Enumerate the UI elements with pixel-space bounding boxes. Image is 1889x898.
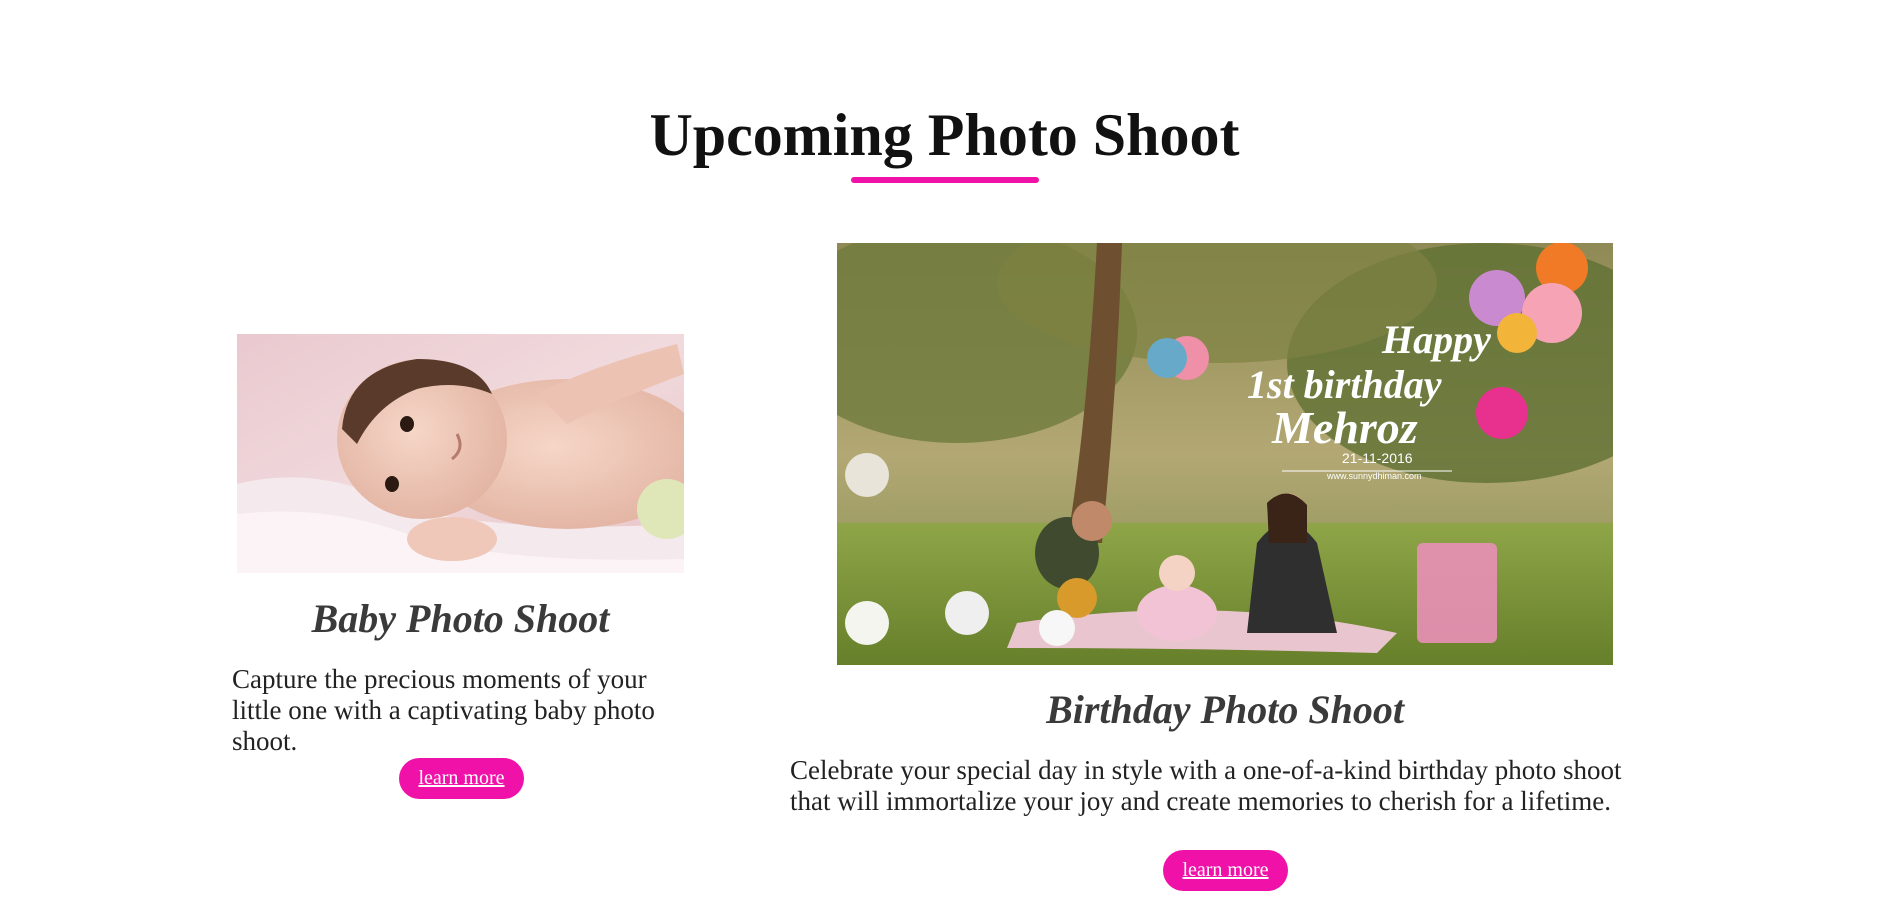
- page: Upcoming Photo Shoot Baby Photo Shoot Ca…: [0, 0, 1889, 898]
- birthday-text-age: 1st birthday: [1247, 362, 1442, 407]
- card-title: Birthday Photo Shoot: [1046, 687, 1404, 732]
- learn-more-button[interactable]: learn more: [399, 758, 524, 799]
- baby-photo: [237, 334, 684, 573]
- birthday-text-site: www.sunnydhiman.com: [1326, 471, 1422, 481]
- title-underline: [851, 177, 1039, 183]
- card-title: Baby Photo Shoot: [311, 596, 610, 641]
- card-description: Celebrate your special day in style with…: [790, 755, 1622, 816]
- card-description: Capture the precious moments of your lit…: [232, 664, 655, 756]
- section-title: Upcoming Photo Shoot: [649, 102, 1240, 168]
- birthday-text-name: Mehroz: [1271, 402, 1418, 453]
- birthday-text-date: 21-11-2016: [1342, 450, 1413, 466]
- learn-more-button[interactable]: learn more: [1163, 850, 1288, 891]
- birthday-photo: Happy 1st birthday Mehroz 21-11-2016 www…: [837, 243, 1613, 665]
- birthday-text-happy: Happy: [1381, 317, 1491, 362]
